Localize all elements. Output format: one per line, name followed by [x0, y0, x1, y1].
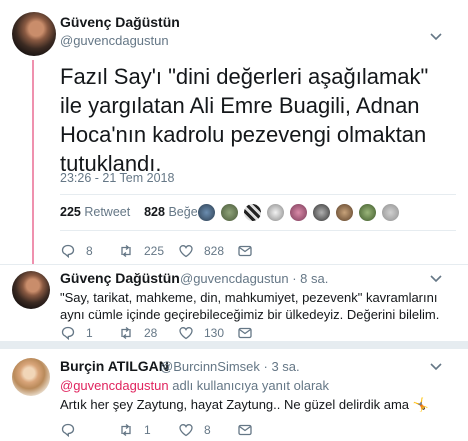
reply-author-name[interactable]: Burçin ATILGAN: [60, 358, 169, 374]
thread-line: [32, 60, 34, 265]
heart-icon: [179, 424, 193, 437]
divider: [60, 194, 456, 195]
like-count: 130: [204, 326, 225, 340]
reply-button[interactable]: [60, 422, 86, 438]
avatar[interactable]: [220, 203, 239, 222]
retweet-button[interactable]: 225: [118, 243, 164, 259]
reply-text-row: Artık her şey Zaytung, hayat Zaytung.. N…: [60, 396, 455, 413]
tweet-stats: 225 Retweet 828 Beğeni: [60, 205, 207, 219]
reply-icon: [61, 326, 75, 341]
author-handle[interactable]: @guvencdagustun: [60, 33, 169, 48]
like-count: 828: [204, 244, 225, 258]
retweet-count[interactable]: 225: [60, 205, 81, 219]
mention-link[interactable]: @guvencdagustun: [60, 378, 169, 393]
reply-text: "Say, tarikat, mahkeme, din, mahkumiyet,…: [60, 290, 440, 322]
message-button[interactable]: [237, 325, 263, 341]
message-button[interactable]: [237, 422, 263, 438]
tweet-timestamp[interactable]: 23:26 - 21 Tem 2018: [60, 171, 174, 185]
retweet-label[interactable]: Retweet: [84, 205, 130, 219]
avatar[interactable]: [289, 203, 308, 222]
reply-button[interactable]: 8: [60, 243, 93, 259]
reply-count: 8: [86, 244, 93, 258]
retweet-count: 28: [144, 326, 158, 340]
avatar[interactable]: [381, 203, 400, 222]
avatar[interactable]: [266, 203, 285, 222]
avatar[interactable]: [312, 203, 331, 222]
reply-icon: [61, 423, 75, 438]
replying-to-label: adlı kullanıcıya yanıt olarak: [172, 378, 330, 393]
retweet-count: 1: [144, 423, 151, 437]
tweet-text: Fazıl Say'ı "dini değerleri aşağılamak" …: [60, 64, 429, 176]
envelope-icon: [238, 327, 252, 339]
chevron-down-icon[interactable]: [428, 28, 444, 44]
reply-button[interactable]: 1: [60, 325, 93, 341]
avatar[interactable]: [358, 203, 377, 222]
section-divider: [0, 341, 468, 349]
avatar[interactable]: [197, 203, 216, 222]
like-button[interactable]: 130: [178, 325, 224, 341]
avatar[interactable]: [12, 358, 50, 396]
envelope-icon: [238, 245, 252, 257]
chevron-down-icon[interactable]: [428, 358, 444, 374]
retweet-icon: [121, 423, 131, 437]
avatar[interactable]: [12, 12, 56, 56]
reply-text: Artık her şey Zaytung, hayat Zaytung.. N…: [60, 397, 410, 412]
reply-icon: [61, 244, 75, 259]
reply-author-handle[interactable]: @guvencdagustun · 8 sa.: [180, 271, 328, 286]
avatar[interactable]: [335, 203, 354, 222]
envelope-icon: [238, 424, 252, 436]
author-name[interactable]: Güvenç Dağüstün: [60, 14, 180, 30]
like-button[interactable]: 828: [178, 243, 224, 259]
reply-author-name[interactable]: Güvenç Dağüstün: [60, 270, 180, 286]
like-count[interactable]: 828: [144, 205, 165, 219]
heart-icon: [179, 327, 193, 340]
replying-to: @guvencdagustun adlı kullanıcıya yanıt o…: [60, 377, 455, 394]
retweet-button[interactable]: 1: [118, 422, 151, 438]
heart-icon: [179, 245, 193, 258]
avatar[interactable]: [243, 203, 262, 222]
reply-count: 1: [86, 326, 93, 340]
chevron-down-icon[interactable]: [428, 270, 444, 286]
reply-author-handle[interactable]: @BurcinnSimsek · 3 sa.: [160, 359, 300, 374]
message-button[interactable]: [237, 243, 263, 259]
divider: [0, 264, 468, 265]
retweet-count: 225: [144, 244, 165, 258]
retweet-icon: [121, 244, 131, 258]
divider: [60, 230, 456, 231]
like-button[interactable]: 8: [178, 422, 211, 438]
avatar[interactable]: [12, 271, 50, 309]
retweet-button[interactable]: 28: [118, 325, 157, 341]
like-count: 8: [204, 423, 211, 437]
cartwheel-emoji: 🤸: [412, 397, 429, 412]
retweet-icon: [121, 326, 131, 340]
